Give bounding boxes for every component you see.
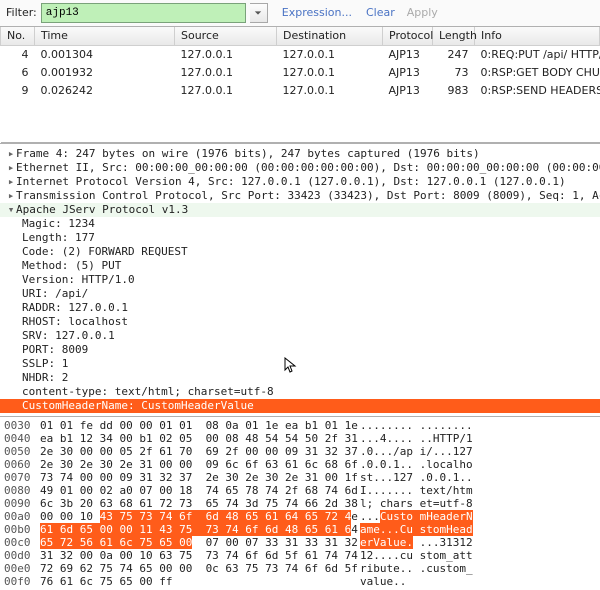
hex-row[interactable]: 0040 ea b1 12 34 00 b1 02 05 00 08 48 54…: [4, 432, 596, 445]
hex-row[interactable]: 0090 6c 3b 20 63 68 61 72 73 65 74 3d 75…: [4, 497, 596, 510]
column-source[interactable]: Source: [175, 27, 277, 46]
packet-row[interactable]: 40.001304127.0.0.1127.0.0.1AJP132470:REQ…: [1, 46, 600, 65]
tree-field[interactable]: RADDR: 127.0.0.1: [0, 301, 600, 315]
tree-field[interactable]: Code: (2) FORWARD REQUEST: [0, 245, 600, 259]
tree-tcp[interactable]: ▸Transmission Control Protocol, Src Port…: [0, 189, 600, 203]
packet-header-row: No. Time Source Destination Protocol Len…: [1, 27, 600, 46]
tree-field[interactable]: Method: (5) PUT: [0, 259, 600, 273]
expand-arrow-icon[interactable]: ▸: [6, 147, 16, 161]
apply-link[interactable]: Apply: [407, 6, 438, 20]
hex-row[interactable]: 0030 01 01 fe dd 00 00 01 01 08 0a 01 1e…: [4, 419, 596, 432]
expression-link[interactable]: Expression...: [282, 6, 352, 20]
tree-ip[interactable]: ▸Internet Protocol Version 4, Src: 127.0…: [0, 175, 600, 189]
tree-field[interactable]: RHOST: localhost: [0, 315, 600, 329]
tree-field[interactable]: Version: HTTP/1.0: [0, 273, 600, 287]
tree-field[interactable]: Magic: 1234: [0, 217, 600, 231]
tree-ethernet[interactable]: ▸Ethernet II, Src: 00:00:00_00:00:00 (00…: [0, 161, 600, 175]
column-info[interactable]: Info: [475, 27, 600, 46]
tree-selected-header[interactable]: CustomHeaderName: CustomHeaderValue: [0, 399, 600, 413]
details-tree: ▸Frame 4: 247 bytes on wire (1976 bits),…: [0, 143, 600, 416]
packet-table: No. Time Source Destination Protocol Len…: [0, 27, 600, 143]
tree-field[interactable]: NHDR: 2: [0, 371, 600, 385]
hex-row[interactable]: 0050 2e 30 00 00 05 2f 61 70 69 2f 00 00…: [4, 445, 596, 458]
expand-arrow-icon[interactable]: ▸: [6, 189, 16, 203]
toolbar: Filter: Expression... Clear Apply: [0, 0, 600, 27]
expand-arrow-icon[interactable]: ▸: [6, 175, 16, 189]
hex-row[interactable]: 00c0 65 72 56 61 6c 75 65 00 07 00 07 33…: [4, 536, 596, 549]
hex-row[interactable]: 0070 73 74 00 00 09 31 32 37 2e 30 2e 30…: [4, 471, 596, 484]
tree-field[interactable]: PORT: 8009: [0, 343, 600, 357]
filter-input[interactable]: [41, 3, 246, 23]
filter-label: Filter:: [6, 6, 37, 20]
column-protocol[interactable]: Protocol: [383, 27, 433, 46]
column-no[interactable]: No.: [1, 27, 35, 46]
hex-row[interactable]: 00a0 00 00 10 43 75 73 74 6f 6d 48 65 61…: [4, 510, 596, 523]
hex-row[interactable]: 00b0 61 6d 65 00 00 11 43 75 73 74 6f 6d…: [4, 523, 596, 536]
expand-arrow-icon[interactable]: ▸: [6, 161, 16, 175]
hex-row[interactable]: 0080 49 01 00 02 a0 07 00 18 74 65 78 74…: [4, 484, 596, 497]
packet-row[interactable]: 60.001932127.0.0.1127.0.0.1AJP13730:RSP:…: [1, 64, 600, 82]
hex-row[interactable]: 00e0 72 69 62 75 74 65 00 00 0c 63 75 73…: [4, 562, 596, 575]
tree-field[interactable]: URI: /api/: [0, 287, 600, 301]
filter-dropdown[interactable]: [250, 3, 268, 23]
clear-link[interactable]: Clear: [366, 6, 395, 20]
hex-pane: 0030 01 01 fe dd 00 00 01 01 08 0a 01 1e…: [0, 416, 600, 590]
tree-ajp[interactable]: ▾Apache JServ Protocol v1.3: [0, 203, 600, 217]
column-destination[interactable]: Destination: [277, 27, 383, 46]
collapse-arrow-icon[interactable]: ▾: [6, 203, 16, 217]
tree-field[interactable]: Length: 177: [0, 231, 600, 245]
column-time[interactable]: Time: [35, 27, 175, 46]
column-length[interactable]: Length: [433, 27, 475, 46]
hex-row[interactable]: 00d0 31 32 00 0a 00 10 63 75 73 74 6f 6d…: [4, 549, 596, 562]
packet-row[interactable]: 90.026242127.0.0.1127.0.0.1AJP139830:RSP…: [1, 82, 600, 100]
tree-frame[interactable]: ▸Frame 4: 247 bytes on wire (1976 bits),…: [0, 147, 600, 161]
tree-field[interactable]: content-type: text/html; charset=utf-8: [0, 385, 600, 399]
hex-row[interactable]: 00f0 76 61 6c 75 65 00 ff value..: [4, 575, 596, 588]
tree-field[interactable]: SSLP: 1: [0, 357, 600, 371]
hex-row[interactable]: 0060 2e 30 2e 30 2e 31 00 00 09 6c 6f 63…: [4, 458, 596, 471]
tree-field[interactable]: SRV: 127.0.0.1: [0, 329, 600, 343]
